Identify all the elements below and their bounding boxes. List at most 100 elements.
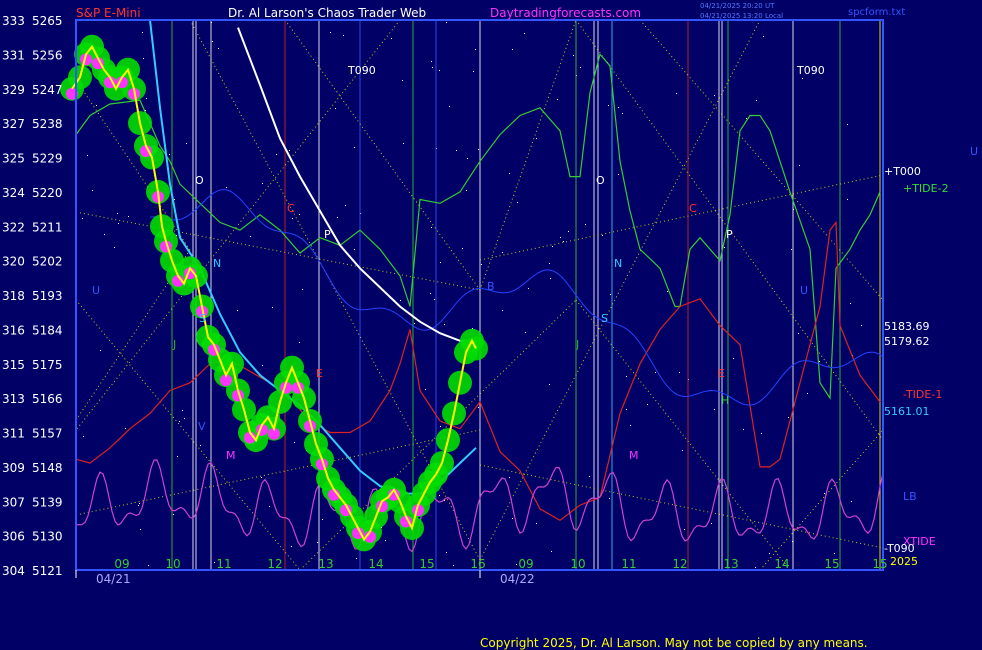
date-label-2: 04/22: [500, 572, 535, 586]
star: [214, 562, 215, 563]
star: [667, 291, 668, 292]
star: [850, 303, 851, 304]
star: [444, 324, 445, 325]
y-tick-degree: 309: [2, 461, 25, 475]
y-tick-degree: 315: [2, 358, 25, 372]
y-tick-degree: 307: [2, 495, 25, 509]
star: [550, 278, 551, 279]
star: [557, 99, 558, 100]
date-label-1: 04/21: [96, 572, 131, 586]
diagonal-line: [575, 299, 791, 571]
y-tick-price: 5121: [32, 564, 63, 578]
x-tick-hour: 14: [368, 557, 383, 571]
star: [343, 35, 344, 36]
star: [563, 241, 564, 242]
star: [138, 505, 139, 506]
star: [125, 428, 126, 429]
star: [733, 358, 734, 359]
y-tick-degree: 306: [2, 530, 25, 544]
star: [610, 294, 611, 295]
star: [847, 199, 848, 200]
star: [834, 553, 835, 554]
star: [82, 218, 83, 219]
x-tick-hour: 15: [824, 557, 839, 571]
marker-e-1: E: [316, 367, 323, 380]
star: [330, 32, 331, 33]
star: [385, 540, 386, 541]
diagonal-line: [75, 211, 481, 291]
label-t000: +T000: [884, 165, 921, 178]
price-series: [60, 34, 488, 552]
star: [622, 113, 623, 114]
star: [262, 365, 263, 366]
star: [431, 227, 432, 228]
star: [140, 529, 141, 530]
star: [148, 565, 149, 566]
star: [261, 477, 262, 478]
star: [425, 389, 426, 390]
marker-c-2: C: [689, 202, 697, 215]
star: [568, 231, 569, 232]
star: [184, 418, 185, 419]
star: [87, 155, 88, 156]
y-tick-price: 5247: [32, 83, 63, 97]
star-field: [76, 20, 862, 568]
star: [439, 70, 440, 71]
star: [96, 105, 97, 106]
star: [294, 442, 295, 443]
star: [345, 205, 346, 206]
y-tick-degree: 320: [2, 255, 25, 269]
star: [551, 551, 552, 552]
diagonal-line: [479, 19, 577, 291]
site-link[interactable]: Daytradingforecasts.com: [490, 6, 641, 20]
label-t090: -T090: [884, 542, 915, 555]
star: [100, 350, 101, 351]
star: [402, 80, 403, 81]
star: [481, 264, 482, 265]
star: [676, 93, 677, 94]
star: [724, 247, 725, 248]
marker-h: H: [721, 394, 729, 407]
marker-p-1: P: [324, 228, 331, 241]
y-tick-price: 5193: [32, 289, 63, 303]
star: [403, 143, 404, 144]
star: [142, 32, 143, 33]
y-tick-price: 5166: [32, 392, 63, 406]
star: [335, 108, 336, 109]
marker-n-2: N: [614, 257, 622, 270]
star: [456, 150, 457, 151]
star: [139, 503, 140, 504]
star: [218, 48, 219, 49]
star: [250, 236, 251, 237]
star: [400, 300, 401, 301]
y-tick-price: 5157: [32, 427, 63, 441]
star: [608, 105, 609, 106]
y-tick-degree: 329: [2, 83, 25, 97]
star: [200, 445, 201, 446]
label-tide1: -TIDE-1: [903, 388, 942, 401]
star: [466, 190, 467, 191]
copyright: Copyright 2025, Dr. Al Larson. May not b…: [480, 636, 868, 650]
star: [354, 147, 355, 148]
star: [684, 529, 685, 530]
star: [847, 124, 848, 125]
star: [755, 567, 756, 568]
star: [92, 190, 93, 191]
x-tick-hour: 10: [570, 557, 585, 571]
star: [585, 224, 586, 225]
star: [682, 450, 683, 451]
x-tick-hour: 15: [419, 557, 434, 571]
star: [549, 263, 550, 264]
y-tick-price: 5238: [32, 117, 63, 131]
star: [272, 307, 273, 308]
marker-t090-2: T090: [796, 64, 825, 77]
star: [851, 501, 852, 502]
timestamp-ut: 04/21/2025 20:20 UT: [700, 2, 775, 10]
marker-p-2: P: [726, 228, 733, 241]
marker-u-2: U: [800, 284, 808, 297]
y-tick-degree: 327: [2, 117, 25, 131]
star: [536, 138, 537, 139]
star: [446, 552, 447, 553]
star: [536, 523, 537, 524]
instrument-title: S&P E-Mini: [76, 6, 141, 20]
